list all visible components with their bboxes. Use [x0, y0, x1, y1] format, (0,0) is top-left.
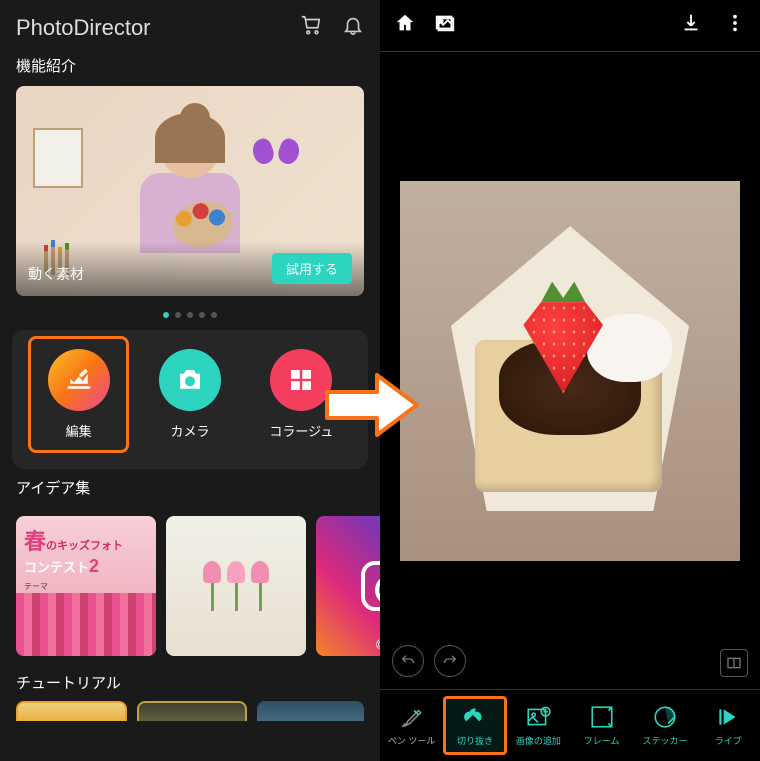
edit-label: 編集	[66, 421, 92, 440]
app-header: PhotoDirector	[0, 0, 380, 55]
edit-action[interactable]: 編集	[28, 336, 129, 453]
compare-icon[interactable]	[720, 649, 748, 677]
undo-button[interactable]	[392, 645, 424, 677]
redo-button[interactable]	[434, 645, 466, 677]
editor-panel: ペン ツール 切り抜き 画像の追加 フレーム ステッカー ライブ	[380, 0, 760, 761]
feature-label: 動く素材	[28, 264, 84, 284]
app-title: PhotoDirector	[16, 15, 151, 41]
edit-icon	[48, 349, 110, 411]
live-tool[interactable]: ライブ	[697, 696, 760, 755]
frame-tool[interactable]: フレーム	[570, 696, 633, 755]
idea-card-spring[interactable]: 春のキッズフォト コンテスト2 テーマ 「春みつけキッズフォト」 開催期間：3/…	[16, 516, 156, 656]
edited-image	[400, 181, 740, 561]
ideas-section-title: アイデア集	[0, 477, 380, 508]
tutorials-section-title: チュートリアル	[16, 672, 364, 693]
idea-card-instagram[interactable]: @ph	[316, 516, 380, 656]
add-image-tool[interactable]: 画像の追加	[507, 696, 570, 755]
editor-header	[380, 0, 760, 52]
try-button[interactable]: 試用する	[272, 253, 352, 284]
actions-row: 編集 カメラ コラージュ	[12, 330, 368, 469]
tutorial-card[interactable]	[16, 701, 127, 721]
camera-icon	[159, 349, 221, 411]
pagination-dots[interactable]	[0, 304, 380, 330]
sticker-tool[interactable]: ステッカー	[633, 696, 696, 755]
arrow-indicator	[322, 370, 422, 440]
cart-icon[interactable]	[300, 14, 322, 41]
home-icon[interactable]	[394, 12, 416, 39]
camera-action[interactable]: カメラ	[139, 336, 240, 453]
camera-label: カメラ	[170, 421, 209, 440]
image-canvas[interactable]	[380, 52, 760, 689]
more-icon[interactable]	[724, 12, 746, 39]
tutorial-card[interactable]	[137, 701, 248, 721]
bell-icon[interactable]	[342, 14, 364, 41]
download-icon[interactable]	[680, 12, 702, 39]
feature-card[interactable]: 動く素材 試用する	[16, 86, 364, 296]
tutorials-row	[16, 701, 364, 721]
idea-card-tulips[interactable]	[166, 516, 306, 656]
gallery-icon[interactable]	[434, 12, 456, 39]
tutorial-card[interactable]	[257, 701, 364, 721]
ideas-row: 春のキッズフォト コンテスト2 テーマ 「春みつけキッズフォト」 開催期間：3/…	[0, 508, 380, 664]
pen-tool[interactable]: ペン ツール	[380, 696, 443, 755]
bottom-toolbar: ペン ツール 切り抜き 画像の追加 フレーム ステッカー ライブ	[380, 689, 760, 761]
crop-tool[interactable]: 切り抜き	[443, 696, 506, 755]
features-section-title: 機能紹介	[0, 55, 380, 86]
